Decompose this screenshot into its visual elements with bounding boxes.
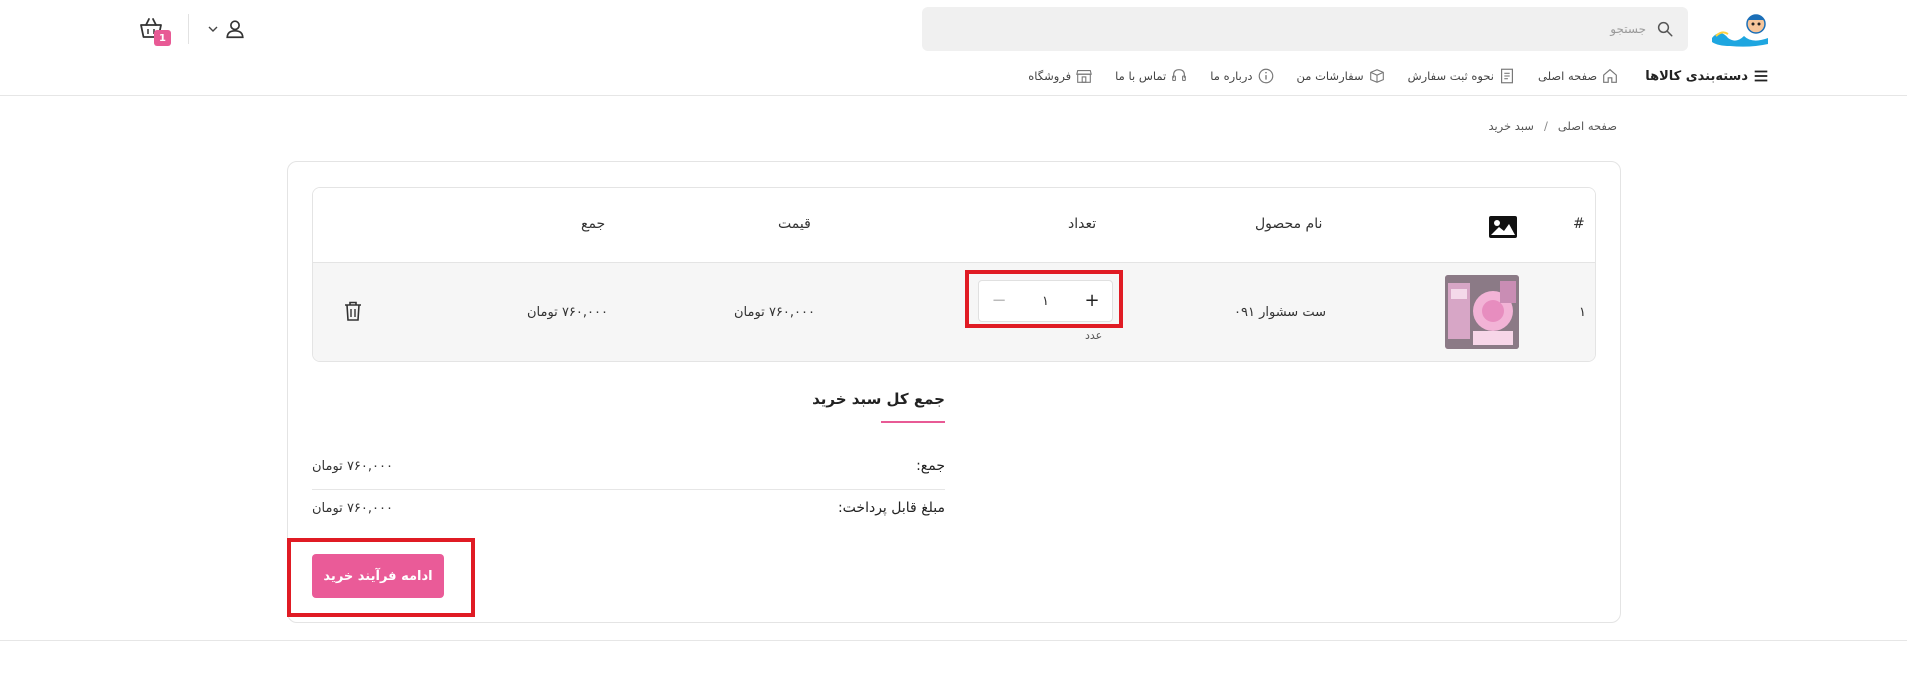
cart-table: # نام محصول تعداد قیمت جمع ۱ ست سشوار ۰۹… bbox=[312, 187, 1596, 362]
nav-item-how-to-order[interactable]: نحوه ثبت سفارش bbox=[1408, 67, 1516, 85]
highlight-checkout bbox=[287, 538, 475, 617]
info-icon bbox=[1258, 68, 1273, 84]
header-index: # bbox=[1573, 216, 1585, 232]
breadcrumb-current: سبد خرید bbox=[1488, 119, 1534, 133]
home-icon bbox=[1603, 68, 1618, 83]
nav-item-label: فروشگاه bbox=[1028, 69, 1072, 83]
header-total: جمع bbox=[581, 216, 606, 232]
nav-item-label: تماس با ما bbox=[1115, 69, 1167, 83]
sum-label: جمع: bbox=[916, 458, 945, 474]
box-icon bbox=[1369, 69, 1384, 83]
sum-row: جمع: ۷۶۰,۰۰۰ تومان bbox=[312, 458, 945, 474]
breadcrumb: صفحه اصلی / سبد خرید bbox=[1488, 119, 1617, 133]
payable-value: ۷۶۰,۰۰۰ تومان bbox=[312, 500, 393, 516]
breadcrumb-separator: / bbox=[1543, 119, 1548, 133]
nav-item-label: نحوه ثبت سفارش bbox=[1407, 69, 1494, 83]
row-index: ۱ bbox=[1579, 305, 1586, 320]
header-quantity: تعداد bbox=[1068, 216, 1097, 232]
hamburger-menu-icon bbox=[1754, 70, 1768, 82]
totals-divider bbox=[312, 489, 945, 490]
product-name[interactable]: ست سشوار ۰۹۱ bbox=[1234, 305, 1326, 320]
main-nav: دسته‌بندی کالاها صفحه اصلی نحوه ثبت سفار… bbox=[1028, 64, 1770, 88]
cart-count-badge: 1 bbox=[154, 30, 171, 46]
document-icon bbox=[1501, 68, 1513, 84]
nav-categories-label: دسته‌بندی کالاها bbox=[1645, 68, 1748, 84]
image-icon bbox=[1489, 216, 1517, 238]
user-menu[interactable] bbox=[208, 18, 246, 40]
highlight-quantity bbox=[965, 270, 1123, 328]
search-icon bbox=[1657, 21, 1673, 37]
row-total: ۷۶۰,۰۰۰ تومان bbox=[527, 305, 608, 320]
header-price: قیمت bbox=[778, 216, 811, 232]
product-thumbnail[interactable] bbox=[1445, 275, 1519, 349]
cart-totals-title: جمع کل سبد خرید bbox=[812, 390, 945, 408]
nav-item-label: سفارشات من bbox=[1296, 69, 1364, 83]
payable-row: مبلغ قابل پرداخت: ۷۶۰,۰۰۰ تومان bbox=[312, 500, 945, 516]
header-product-name: نام محصول bbox=[1255, 216, 1323, 232]
breadcrumb-home[interactable]: صفحه اصلی bbox=[1558, 119, 1617, 133]
footer-divider-line bbox=[0, 640, 1907, 641]
chevron-down-icon bbox=[208, 26, 218, 32]
cart-button[interactable]: 1 bbox=[138, 16, 172, 48]
nav-item-label: درباره ما bbox=[1210, 69, 1253, 83]
row-price: ۷۶۰,۰۰۰ تومان bbox=[734, 305, 815, 320]
nav-item-store[interactable]: فروشگاه bbox=[1028, 67, 1093, 85]
table-row: ۱ ست سشوار ۰۹۱ − ۱ + عدد ۷۶۰,۰۰۰ تومان ۷… bbox=[313, 263, 1595, 361]
nav-item-contact[interactable]: تماس با ما bbox=[1115, 67, 1188, 85]
quantity-unit: عدد bbox=[1085, 329, 1103, 342]
trash-icon[interactable] bbox=[343, 300, 363, 322]
nav-item-my-orders[interactable]: سفارشات من bbox=[1297, 67, 1386, 85]
headset-icon bbox=[1172, 69, 1187, 82]
search-input[interactable]: جستجو bbox=[1610, 22, 1646, 36]
nav-categories[interactable]: دسته‌بندی کالاها bbox=[1645, 67, 1770, 85]
table-header: # نام محصول تعداد قیمت جمع bbox=[313, 188, 1595, 263]
header-divider-line bbox=[0, 95, 1907, 96]
search-box[interactable]: جستجو bbox=[922, 7, 1688, 51]
nav-item-label: صفحه اصلی bbox=[1538, 69, 1598, 83]
site-logo[interactable] bbox=[1710, 10, 1772, 48]
sum-value: ۷۶۰,۰۰۰ تومان bbox=[312, 458, 393, 474]
header-divider bbox=[188, 14, 189, 44]
nav-item-about[interactable]: درباره ما bbox=[1210, 67, 1274, 85]
title-underline bbox=[881, 421, 945, 423]
nav-item-home[interactable]: صفحه اصلی bbox=[1538, 67, 1619, 85]
payable-label: مبلغ قابل پرداخت: bbox=[837, 500, 945, 516]
user-icon bbox=[226, 20, 244, 39]
store-icon bbox=[1076, 70, 1093, 83]
